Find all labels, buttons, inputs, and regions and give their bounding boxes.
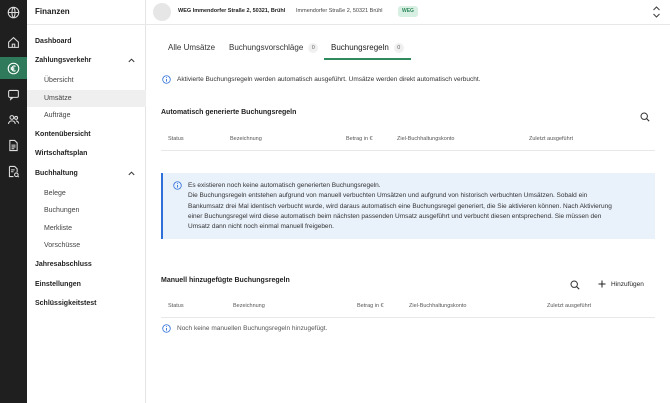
chevron-up-icon	[128, 58, 135, 63]
sidebar-item-kontenuebersicht[interactable]: Kontenübersicht	[27, 126, 146, 143]
column-zuletzt[interactable]: Zuletzt ausgeführt	[529, 136, 573, 142]
tab-buchungsvorschlaege[interactable]: Buchungsvorschläge 0	[229, 40, 319, 60]
column-bezeichnung[interactable]: Bezeichnung	[233, 303, 265, 309]
add-rule-button[interactable]: Hinzufügen	[598, 280, 644, 288]
sidebar-item-jahresabschluss[interactable]: Jahresabschluss	[27, 256, 146, 273]
icon-rail	[0, 0, 27, 403]
sidebar-item-label: Zahlungsverkehr	[35, 57, 92, 64]
sidebar-item-label: Buchungen	[44, 207, 80, 214]
info-line: Umsatz dann nicht noch einmal manuell fr…	[188, 223, 334, 231]
info-line: Bankumsatz drei Mal identisch verbucht w…	[188, 202, 612, 210]
sidebar-item-label: Merkliste	[44, 225, 73, 232]
plus-icon	[598, 280, 606, 288]
sidebar-item-einstellungen[interactable]: Einstellungen	[27, 276, 146, 293]
sidebar-item-umsaetze[interactable]: Umsätze	[27, 90, 146, 107]
document-icon[interactable]	[0, 134, 27, 156]
auto-rules-info-box: Es existieren noch keine automatisch gen…	[161, 173, 655, 239]
sidebar-item-uebersicht[interactable]: Übersicht	[27, 72, 146, 89]
info-line: Die Buchungsregeln entstehen aufgrund vo…	[188, 192, 588, 200]
sidebar-item-belege[interactable]: Belege	[27, 185, 146, 202]
sidebar-item-zahlungsverkehr[interactable]: Zahlungsverkehr	[27, 52, 146, 69]
tab-label: Buchungsregeln	[331, 43, 389, 52]
sidebar-item-label: Umsätze	[44, 95, 72, 102]
sidebar-item-dashboard[interactable]: Dashboard	[27, 33, 146, 50]
sidebar-item-label: Aufträge	[44, 112, 71, 119]
sidebar-item-label: Belege	[44, 190, 66, 197]
sidebar-item-wirtschaftsplan[interactable]: Wirtschaftsplan	[27, 145, 146, 162]
sidebar-item-vorschuesse[interactable]: Vorschüsse	[27, 237, 146, 254]
notice-text: Aktivierte Buchungsregeln werden automat…	[177, 76, 481, 83]
search-icon[interactable]	[640, 112, 650, 122]
sidebar-item-label: Vorschüsse	[44, 242, 81, 249]
column-ziel-konto[interactable]: Ziel-Buchhaltungskonto	[397, 136, 454, 142]
sidebar-item-label: Wirtschaftsplan	[35, 150, 88, 157]
tab-buchungsregeln[interactable]: Buchungsregeln 0	[324, 40, 411, 60]
manual-rules-empty-state: Noch keine manuellen Buchungsregeln hinz…	[162, 324, 327, 333]
tab-label: Alle Umsätze	[168, 43, 216, 52]
column-ziel-konto[interactable]: Ziel-Buchhaltungskonto	[409, 303, 466, 309]
info-icon	[173, 181, 182, 190]
column-status[interactable]: Status	[168, 303, 184, 309]
sidebar-item-label: Kontenübersicht	[35, 131, 91, 138]
tab-alle-umsaetze[interactable]: Alle Umsätze	[168, 40, 215, 60]
auto-rules-title: Automatisch generierte Buchungsregeln	[161, 109, 297, 116]
sidebar-divider	[27, 24, 146, 25]
chevron-up-icon	[128, 171, 135, 176]
info-icon	[162, 324, 171, 333]
column-bezeichnung[interactable]: Bezeichnung	[230, 136, 262, 142]
property-selector[interactable]: WEG Immendorfer Straße 2, 50321, Brühl I…	[146, 0, 670, 25]
sidebar-item-label: Einstellungen	[35, 281, 81, 288]
sidebar-item-buchhaltung[interactable]: Buchhaltung	[27, 165, 146, 182]
property-avatar	[153, 3, 171, 21]
sidebar-item-label: Schlüssigkeitstest	[35, 300, 97, 307]
chat-icon[interactable]	[0, 83, 27, 105]
auto-rules-table-header: Status Bezeichnung Betrag in € Ziel-Buch…	[161, 127, 655, 151]
document-list-icon[interactable]	[0, 160, 27, 182]
column-zuletzt[interactable]: Zuletzt ausgeführt	[547, 303, 591, 309]
property-address: Immendorfer Straße 2, 50321 Brühl	[296, 8, 383, 14]
tab-bar: Alle Umsätze Buchungsvorschläge 0 Buchung…	[160, 40, 660, 60]
manual-rules-title: Manuell hinzugefügte Buchungsregeln	[161, 277, 290, 284]
home-icon[interactable]	[0, 31, 27, 53]
rules-notice: Aktivierte Buchungsregeln werden automat…	[162, 75, 481, 84]
sidebar-item-buchungen[interactable]: Buchungen	[27, 202, 146, 219]
tab-label: Buchungsvorschläge	[229, 43, 304, 52]
main-content: WEG Immendorfer Straße 2, 50321, Brühl I…	[146, 0, 670, 403]
chevron-up-down-icon[interactable]	[652, 5, 661, 19]
add-button-label: Hinzufügen	[611, 280, 644, 288]
property-name: WEG Immendorfer Straße 2, 50321, Brühl	[178, 8, 286, 14]
sidebar-item-label: Dashboard	[35, 38, 72, 45]
globe-icon[interactable]	[0, 1, 27, 23]
sidebar-item-label: Übersicht	[44, 77, 74, 84]
info-icon	[162, 75, 171, 84]
sidebar-item-schluessigkeitstest[interactable]: Schlüssigkeitstest	[27, 295, 146, 312]
manual-rules-table-header: Status Bezeichnung Betrag in € Ziel-Buch…	[161, 294, 655, 318]
info-line: Es existieren noch keine automatisch gen…	[188, 182, 381, 189]
sidebar-title: Finanzen	[35, 7, 70, 16]
property-type-badge: WEG	[398, 6, 418, 17]
people-icon[interactable]	[0, 108, 27, 130]
info-box-text: Es existieren noch keine automatisch gen…	[188, 181, 650, 232]
column-status[interactable]: Status	[168, 136, 184, 142]
tab-count-badge: 0	[393, 43, 404, 53]
column-betrag[interactable]: Betrag in €	[346, 136, 373, 142]
search-icon[interactable]	[570, 280, 580, 290]
column-betrag[interactable]: Betrag in €	[357, 303, 384, 309]
sidebar-item-label: Buchhaltung	[35, 170, 78, 177]
tab-count-badge: 0	[308, 43, 319, 53]
info-line: einer Buchungsregel wird diese automatis…	[188, 212, 602, 220]
empty-state-text: Noch keine manuellen Buchungsregeln hinz…	[177, 325, 328, 332]
sidebar-item-merkliste[interactable]: Merkliste	[27, 220, 146, 237]
sidebar-item-auftraege[interactable]: Aufträge	[27, 107, 146, 124]
euro-icon[interactable]	[0, 57, 27, 79]
sidebar: Finanzen Dashboard Zahlungsverkehr Übers…	[27, 0, 146, 403]
sidebar-item-label: Jahresabschluss	[35, 261, 92, 268]
